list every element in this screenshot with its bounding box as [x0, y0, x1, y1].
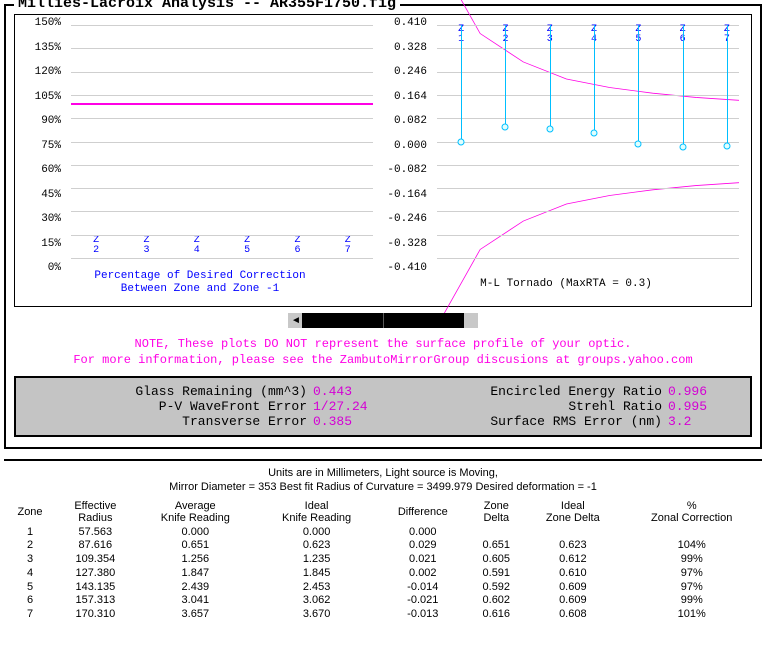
note-text: NOTE, These plots DO NOT represent the s…: [18, 336, 748, 368]
glass-remaining-value: 0.443: [313, 384, 383, 399]
bar-chart: 0%15%30%45%60%75%90%105%120%135%150% Z2Z…: [23, 23, 377, 298]
bar-zone: Z6: [280, 236, 314, 258]
zone-data-table: ZoneEffectiveRadiusAverageKnife ReadingI…: [4, 499, 762, 621]
params-line: Mirror Diameter = 353 Best fit Radius of…: [4, 481, 762, 493]
column-header: ZoneDelta: [468, 499, 524, 525]
units-line: Units are in Millimeters, Light source i…: [4, 467, 762, 479]
strehl-value: 0.995: [668, 399, 738, 414]
bar-y-axis: 0%15%30%45%60%75%90%105%120%135%150%: [23, 23, 65, 268]
bar-zone: Z3: [129, 236, 163, 258]
glass-remaining-label: Glass Remaining (mm^3): [28, 384, 313, 399]
stats-panel: Glass Remaining (mm^3)0.443 Encircled En…: [14, 376, 752, 437]
encircled-label: Encircled Energy Ratio: [383, 384, 668, 399]
frame-title: Millies-Lacroix Analysis -- AR355F1750.f…: [14, 0, 400, 12]
pv-wavefront-label: P-V WaveFront Error: [28, 399, 313, 414]
rms-label: Surface RMS Error (nm): [383, 414, 668, 429]
horizontal-scrollbar[interactable]: ◄ ►: [288, 313, 478, 328]
note-line1: NOTE, These plots DO NOT represent the s…: [135, 337, 632, 351]
column-header: Zone: [4, 499, 56, 525]
scroll-right-arrow-icon[interactable]: ►: [465, 315, 475, 326]
column-header: IdealZone Delta: [524, 499, 621, 525]
table-header-row: ZoneEffectiveRadiusAverageKnife ReadingI…: [4, 499, 762, 525]
table-row: 287.6160.6510.6230.0290.6510.623104%: [4, 539, 762, 553]
column-header: %Zonal Correction: [621, 499, 762, 525]
table-row: 4127.3801.8471.8450.0020.5910.61097%: [4, 567, 762, 581]
tornado-caption: M-L Tornado (MaxRTA = 0.3): [389, 278, 743, 290]
table-row: 5143.1352.4392.453-0.0140.5920.60997%: [4, 581, 762, 595]
bar-plot-region: Z2 Z3 Z4 Z5 Z6 Z7: [71, 25, 373, 258]
table-body: 157.5630.0000.0000.000287.6160.6510.6230…: [4, 526, 762, 622]
bar-caption-line2: Between Zone and Zone -1: [121, 283, 279, 295]
table-row: 7170.3103.6573.670-0.0130.6160.608101%: [4, 608, 762, 622]
pv-wavefront-value: 1/27.24: [313, 399, 383, 414]
bar-zone: Z7: [331, 236, 365, 258]
analysis-frame: Millies-Lacroix Analysis -- AR355F1750.f…: [4, 4, 762, 449]
column-header: Difference: [377, 499, 468, 525]
strehl-label: Strehl Ratio: [383, 399, 668, 414]
encircled-value: 0.996: [668, 384, 738, 399]
divider: [4, 459, 762, 461]
tornado-plot-region: Z1Z2Z3Z4Z5Z6Z7: [437, 25, 739, 258]
bar-caption-line1: Percentage of Desired Correction: [94, 270, 305, 282]
bar-zone: Z4: [180, 236, 214, 258]
bar-zone: Z5: [230, 236, 264, 258]
charts-panel: 0%15%30%45%60%75%90%105%120%135%150% Z2Z…: [14, 14, 752, 307]
table-row: 3109.3541.2561.2350.0210.6050.61299%: [4, 553, 762, 567]
tornado-y-axis: -0.410-0.328-0.246-0.164-0.0820.0000.082…: [389, 23, 431, 268]
column-header: EffectiveRadius: [56, 499, 135, 525]
column-header: IdealKnife Reading: [256, 499, 377, 525]
table-row: 157.5630.0000.0000.000: [4, 526, 762, 540]
note-line2: For more information, please see the Zam…: [73, 353, 692, 367]
column-header: AverageKnife Reading: [135, 499, 256, 525]
transverse-value: 0.385: [313, 414, 383, 429]
scroll-left-arrow-icon[interactable]: ◄: [291, 315, 301, 326]
rms-value: 3.2: [668, 414, 738, 429]
bar-caption: Percentage of Desired Correction Between…: [23, 270, 377, 296]
table-row: 6157.3133.0413.062-0.0210.6020.60999%: [4, 594, 762, 608]
transverse-label: Transverse Error: [28, 414, 313, 429]
bar-zone: Z2: [79, 236, 113, 258]
tornado-chart: -0.410-0.328-0.246-0.164-0.0820.0000.082…: [389, 23, 743, 298]
